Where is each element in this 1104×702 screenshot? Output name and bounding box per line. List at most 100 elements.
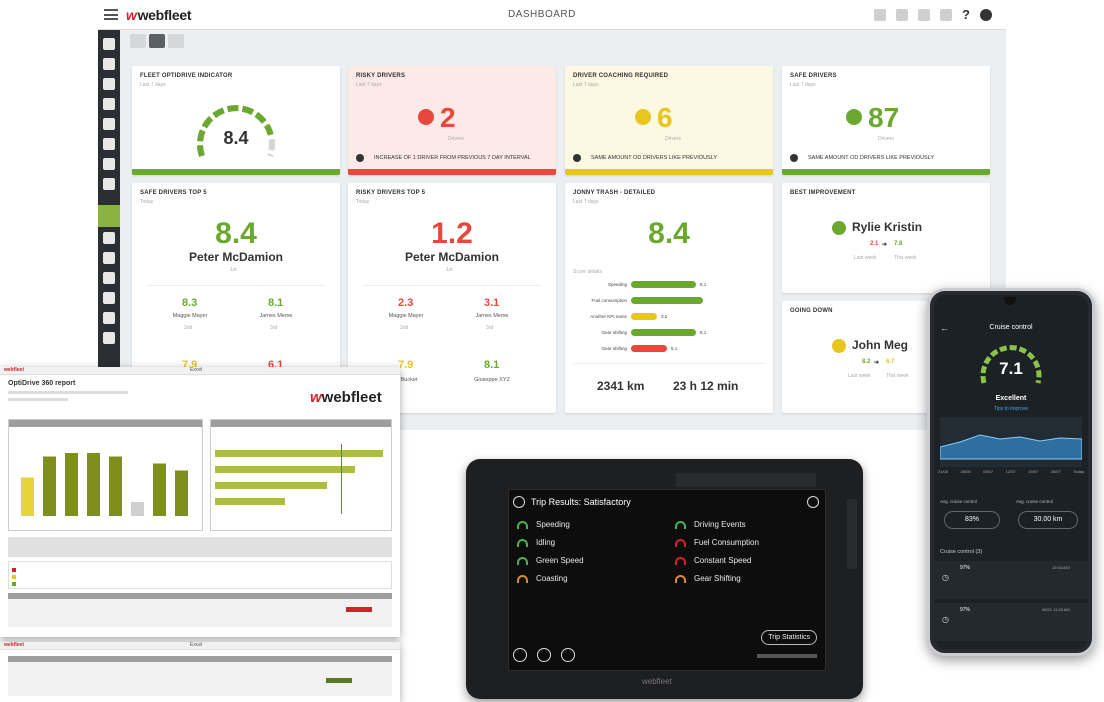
- hbar: [215, 466, 355, 473]
- item-percent: 97%: [960, 607, 971, 613]
- sidebar-link-icon[interactable]: [103, 332, 115, 344]
- arrow-right-icon: ➔: [882, 242, 888, 248]
- card-title: SAFE DRIVERS: [790, 73, 837, 79]
- sidebar-tools-icon[interactable]: [103, 178, 115, 190]
- menu-icon[interactable]: [104, 9, 118, 20]
- jonny-detail-card[interactable]: JONNY TRASH - DETAILED Last 7 days 8.4 S…: [565, 183, 773, 413]
- report-bar: [87, 453, 100, 516]
- sidebar-driver-icon[interactable]: [103, 78, 115, 90]
- result-speeding[interactable]: Speeding: [517, 520, 570, 529]
- distance-value: 2341 km: [597, 379, 645, 393]
- bullet: [12, 575, 16, 579]
- card-subtitle: Today: [356, 199, 370, 205]
- score-details-label: Score details: [573, 269, 602, 275]
- sidebar-dashboard-icon[interactable]: [103, 38, 115, 50]
- card-footer: SAME AMOUNT OD DRIVERS LIKE PREVIOUSLY: [573, 154, 717, 162]
- back-icon[interactable]: [513, 496, 525, 508]
- coaching-card[interactable]: DRIVER COACHING REQUIRED Last 7 days 6 D…: [565, 66, 773, 175]
- stat1-value: 83%: [944, 511, 1000, 529]
- stat2-value: 30.00 km: [1018, 511, 1078, 529]
- tablet-top-panel: [676, 473, 816, 487]
- cruise-item[interactable]: ◷ 97% 08/21 11:25 AM: [934, 603, 1088, 641]
- risky-drivers-card[interactable]: RISKY DRIVERS Last 7 days 2 Drivers INCR…: [348, 66, 556, 175]
- cruise-item[interactable]: ◷ 97% 19.04.840: [934, 561, 1088, 599]
- tablet-screen: Trip Results: Satisfactory Speeding Idli…: [508, 489, 826, 671]
- tablet-brand: webfleet: [642, 677, 672, 686]
- report-chart-panel: [8, 419, 203, 531]
- report-window-title: Excel: [190, 367, 203, 373]
- tablet-side-button[interactable]: [847, 499, 857, 569]
- result-constant-speed[interactable]: Constant Speed: [675, 556, 751, 565]
- list-title: Cruise control (3): [940, 549, 983, 555]
- sidebar-orders-icon[interactable]: [103, 98, 115, 110]
- result-fuel-consumption[interactable]: Fuel Consumption: [675, 538, 759, 547]
- green-gauge-icon: [517, 556, 528, 565]
- driver-score: 8.3: [182, 297, 198, 309]
- chart-x-labels: 21/06 28/06 05/07 12/07 19/07 26/07 Today: [938, 469, 1084, 474]
- to-score: 6.7: [886, 359, 895, 365]
- footer-text: SAME AMOUNT OD DRIVERS LIKE PREVIOUSLY: [808, 155, 935, 161]
- arrow-right-icon: [790, 154, 798, 162]
- sidebar-area-icon[interactable]: [103, 292, 115, 304]
- user-icon[interactable]: [980, 8, 992, 21]
- volume-icon[interactable]: [561, 648, 575, 662]
- help-icon[interactable]: ?: [962, 7, 970, 22]
- sidebar-page-icon[interactable]: [103, 252, 115, 264]
- result-idling[interactable]: Idling: [517, 538, 555, 547]
- sidebar-camera-icon[interactable]: [103, 138, 115, 150]
- sidebar-document-icon[interactable]: [103, 232, 115, 244]
- report-window-title: Excel: [190, 642, 203, 648]
- neutral-face-icon: [635, 109, 651, 125]
- report-bar: [43, 456, 56, 516]
- red-gauge-icon: [675, 556, 686, 565]
- navigate-icon[interactable]: [807, 496, 819, 508]
- divider: [146, 285, 326, 286]
- divider: [573, 363, 765, 364]
- top-score: 8.4: [215, 217, 257, 250]
- top-driver-name: Peter McDamion: [404, 250, 500, 264]
- camera-notch: [1004, 297, 1016, 305]
- sidebar-car-icon[interactable]: [103, 58, 115, 70]
- report-bar: [65, 453, 78, 516]
- back-nav-icon[interactable]: [513, 648, 527, 662]
- report-bar: [109, 456, 122, 516]
- trip-statistics-button[interactable]: Trip Statistics: [761, 630, 817, 645]
- sidebar-warning-icon[interactable]: [103, 118, 115, 130]
- arrow-up-icon: [832, 221, 846, 235]
- safe-drivers-card[interactable]: SAFE DRIVERS Last 7 days 87 Drivers SAME…: [782, 66, 990, 175]
- wrench-icon[interactable]: [940, 8, 953, 21]
- report-window-bar: webfleet Excel: [0, 367, 400, 375]
- mail-icon[interactable]: [896, 8, 909, 21]
- result-coasting[interactable]: Coasting: [517, 574, 568, 583]
- tab-person-icon[interactable]: [168, 34, 184, 48]
- result-gear-shifting[interactable]: Gear Shifting: [675, 574, 741, 583]
- driver-name: James Meme: [259, 313, 293, 319]
- tab-chart-icon[interactable]: [130, 34, 146, 48]
- driver-score: 8.1: [484, 359, 500, 371]
- kpi-value: 5.1: [671, 346, 678, 351]
- summary-table: [8, 537, 392, 557]
- sidebar-settings-icon[interactable]: [103, 158, 115, 170]
- driver-name: Rylie Kristin: [852, 220, 923, 234]
- green-cell: [326, 678, 352, 683]
- result-green-speed[interactable]: Green Speed: [517, 556, 584, 565]
- sidebar-people-icon[interactable]: [103, 312, 115, 324]
- count-caption: Drivers: [448, 136, 464, 142]
- arrow-right-icon: ➔: [874, 360, 880, 366]
- kpi-bar: [631, 297, 703, 304]
- report-bar: [153, 463, 166, 516]
- tips-link[interactable]: Tips to improve: [934, 406, 1088, 412]
- optidrive-card[interactable]: FLEET OPTIDRIVE INDICATOR Last 7 days 8.…: [132, 66, 340, 175]
- apps-icon[interactable]: [537, 648, 551, 662]
- top-rank: 1st: [446, 267, 453, 273]
- best-improvement-card[interactable]: BEST IMPROVEMENT Rylie Kristin 2.1 ➔ 7.8…: [782, 183, 990, 293]
- alert-icon[interactable]: [918, 8, 931, 21]
- app-logo[interactable]: wwebfleet: [126, 7, 192, 23]
- trip-table: [8, 656, 392, 696]
- sidebar-reports-icon[interactable]: [98, 205, 120, 227]
- result-driving-events[interactable]: Driving Events: [675, 520, 746, 529]
- video-icon[interactable]: [874, 8, 887, 21]
- tab-gauge-icon[interactable]: [149, 34, 165, 48]
- red-cell: [346, 607, 372, 612]
- sidebar-calendar-icon[interactable]: [103, 272, 115, 284]
